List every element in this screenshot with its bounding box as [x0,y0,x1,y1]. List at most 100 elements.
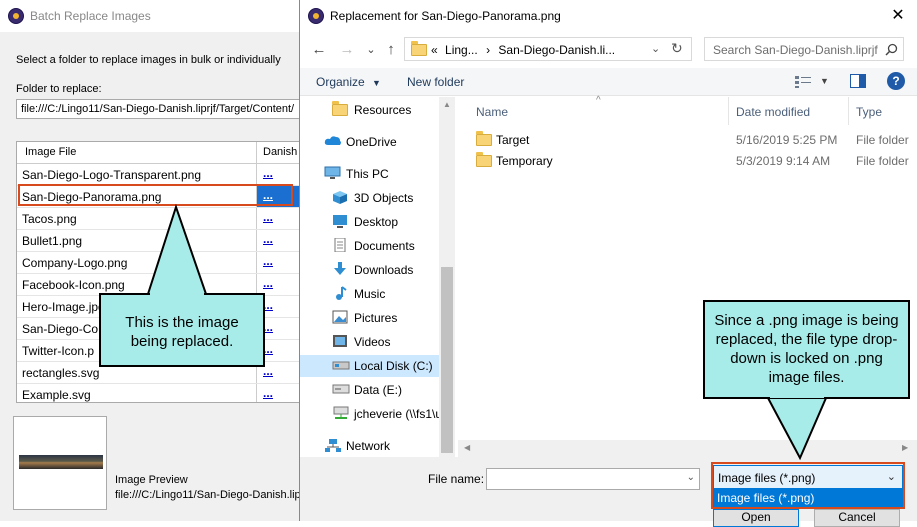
file-dialog-titlebar: Replacement for San-Diego-Panorama.png ✕ [300,0,917,32]
app-logo-icon [8,8,24,24]
image-preview-box [13,416,107,510]
desktop-icon [332,214,348,228]
preview-thumbnail [19,455,103,469]
batch-replace-titlebar: Batch Replace Images [0,0,300,32]
forward-arrow-icon[interactable]: → [336,39,358,61]
nav-item-label: OneDrive [346,135,397,149]
nav-item-label: Downloads [354,263,414,277]
file-row[interactable]: Temporary 5/3/2019 9:14 AM File folder [458,150,917,170]
address-bar[interactable]: « Ling... › San-Diego-Danish.li... ⌄ ↻ [404,37,692,61]
image-preview-path: file:///C:/Lingo11/San-Diego-Danish.lipr… [115,489,300,501]
file-date: 5/3/2019 9:14 AM [736,154,831,168]
browse-link[interactable]: ... [263,166,273,180]
dropdown-arrow-icon: ▼ [372,78,381,88]
folder-icon [476,131,492,146]
browse-link[interactable]: ... [263,276,273,290]
close-icon[interactable]: ✕ [888,6,908,26]
browse-link[interactable]: ... [263,210,273,224]
nav-item[interactable]: Music [332,283,439,305]
view-options-icon[interactable] [794,74,814,89]
nav-item[interactable]: jcheverie (\\fs1\u [332,403,442,425]
folder-icon [332,101,348,116]
browse-link[interactable]: ... [263,386,273,400]
nav-item-label: Data (E:) [354,383,403,397]
nav-item[interactable]: 3D Objects [332,187,439,209]
chevron-down-icon[interactable]: ⌄ [651,42,660,55]
nav-item[interactable]: Downloads [332,259,439,281]
nav-item[interactable]: Local Disk (C:) [300,355,439,377]
col-image-file[interactable]: Image File [25,146,76,158]
grid-row-filename: Example.svg [22,388,91,402]
file-row[interactable]: Target 5/16/2019 5:25 PM File folder [458,129,917,149]
cancel-button[interactable]: Cancel [814,509,900,527]
up-arrow-icon[interactable]: ↑ [380,39,402,61]
col-danish[interactable]: Danish [263,146,297,158]
col-date-modified[interactable]: Date modified [736,105,810,119]
folder-icon [411,41,427,56]
horizontal-scrollbar[interactable]: ◀ ▶ [458,440,917,457]
folder-icon [476,152,492,167]
nav-item[interactable]: OneDrive [324,131,439,153]
new-folder-button[interactable]: New folder [407,75,464,89]
file-type: File folder [856,154,909,168]
back-arrow-icon[interactable]: ← [308,39,330,61]
recent-dropdown-icon[interactable]: ⌄ [360,39,382,61]
preview-pane-icon[interactable] [850,74,866,88]
nav-item[interactable]: Videos [332,331,439,353]
col-type[interactable]: Type [856,105,882,119]
address-segment-2[interactable]: San-Diego-Danish.li... [498,43,615,57]
nav-scrollbar[interactable]: ▲ [439,97,455,457]
organize-label: Organize [316,75,365,89]
grid-row[interactable]: Example.svg... [17,384,305,402]
music-icon [332,286,348,300]
refresh-icon[interactable]: ↻ [671,40,683,57]
grid-row-filename: Company-Logo.png [22,256,128,270]
search-placeholder: Search San-Diego-Danish.liprjf [713,43,878,57]
search-input[interactable]: Search San-Diego-Danish.liprjf [704,37,904,61]
navigation-pane: Resources OneDrive This PC 3D Objects Deskto… [300,97,455,457]
file-dialog-footer: File name: ⌄ Open Cancel Image files (*.… [300,457,917,527]
view-dropdown-icon[interactable]: ▼ [820,76,829,86]
nav-item[interactable]: Network [324,435,439,457]
nav-item[interactable]: Pictures [332,307,439,329]
scroll-right-icon[interactable]: ▶ [902,443,908,452]
col-name[interactable]: Name [476,105,508,119]
nav-item[interactable]: Resources [332,99,439,121]
grid-row-filename: Hero-Image.jpg [22,300,105,314]
browse-link[interactable]: ... [263,232,273,246]
grid-row-filename: Bullet1.png [22,234,83,248]
nav-scrollbar-thumb[interactable] [441,267,453,453]
filetype-highlight [711,462,905,509]
browse-link[interactable]: ... [263,254,273,268]
chevron-down-icon[interactable]: ⌄ [687,472,695,483]
scroll-left-icon[interactable]: ◀ [464,443,470,452]
open-button[interactable]: Open [713,509,799,527]
network-drive-icon [332,406,349,420]
address-segment-1[interactable]: Ling... [445,43,478,57]
scroll-up-icon[interactable]: ▲ [443,100,451,109]
grid-row[interactable]: San-Diego-Logo-Transparent.png... [17,164,305,186]
nav-item[interactable]: This PC [324,163,439,185]
nav-item-label: Desktop [354,215,399,229]
cube-icon [332,190,348,204]
nav-item[interactable]: Documents [332,235,439,257]
folder-path-field[interactable]: file:///C:/Lingo11/San-Diego-Danish.lipr… [16,99,306,119]
document-icon [332,237,348,253]
organize-button[interactable]: Organize ▼ [316,75,381,89]
nav-item-label: This PC [346,167,389,181]
nav-item[interactable]: Data (E:) [332,379,439,401]
filename-input[interactable]: ⌄ [486,468,700,490]
grid-row[interactable]: Tacos.png... [17,208,305,230]
file-name: Target [496,133,530,147]
grid-row-filename: Tacos.png [22,212,77,226]
grid-row[interactable]: Bullet1.png... [17,230,305,252]
grid-row[interactable]: Company-Logo.png... [17,252,305,274]
nav-item-label: Documents [354,239,415,253]
replacement-file-dialog: Replacement for San-Diego-Panorama.png ✕… [299,0,917,527]
help-icon[interactable]: ? [887,72,905,90]
image-preview-label: Image Preview [115,474,188,486]
right-callout-join [770,394,824,398]
batch-replace-title: Batch Replace Images [30,9,151,23]
computer-icon [324,166,341,180]
nav-item[interactable]: Desktop [332,211,439,233]
